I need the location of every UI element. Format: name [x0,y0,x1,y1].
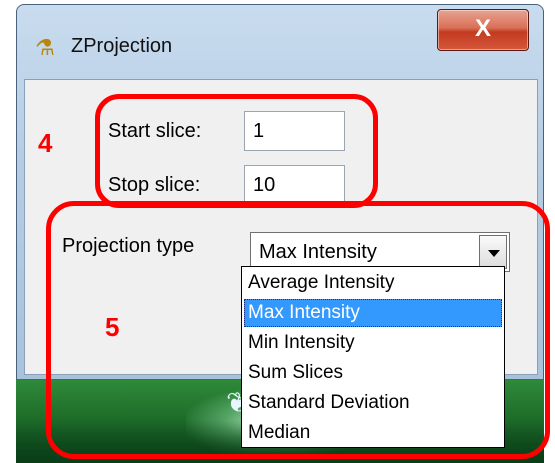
stop-slice-label: Stop slice: [108,174,201,196]
title-bar[interactable]: ⚗ ZProjection X [17,5,543,79]
option-min-intensity[interactable]: Min Intensity [244,329,502,357]
projection-type-value: Max Intensity [259,241,377,263]
option-standard-deviation[interactable]: Standard Deviation [244,389,502,417]
start-slice-field[interactable]: 1 [244,111,345,151]
option-max-intensity[interactable]: Max Intensity [244,299,502,327]
annotation-number-4: 4 [38,128,53,158]
chevron-down-icon [488,250,500,257]
option-average-intensity[interactable]: Average Intensity [244,269,502,297]
close-button[interactable]: X [437,9,529,51]
microscope-icon: ⚗ [35,35,55,60]
dropdown-arrow-button[interactable] [479,235,507,269]
start-slice-label: Start slice: [108,120,202,142]
projection-type-label: Projection type [62,235,195,257]
stop-slice-field[interactable]: 10 [244,165,345,205]
option-sum-slices[interactable]: Sum Slices [244,359,502,387]
option-median[interactable]: Median [244,419,502,447]
window-title: ZProjection [71,35,173,57]
annotation-number-5: 5 [105,312,120,342]
projection-type-list: Average Intensity Max Intensity Min Inte… [241,266,505,448]
